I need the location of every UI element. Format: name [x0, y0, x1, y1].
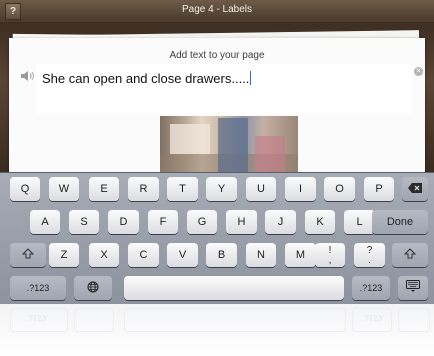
page-text-input[interactable]: She can open and close drawers..... [36, 64, 412, 114]
key-p[interactable]: P [364, 177, 394, 201]
key-k[interactable]: K [305, 210, 335, 234]
page-text-content: She can open and close drawers..... [42, 71, 250, 86]
key-u[interactable]: U [246, 177, 276, 201]
title-bar: ? Page 4 - Labels [0, 0, 434, 23]
key-question-label: ? [366, 245, 373, 256]
key-h[interactable]: H [226, 210, 257, 234]
key-x[interactable]: X [89, 243, 119, 267]
keyboard: Q W E R T Y U I O P A S D F G H J K L Do… [0, 172, 434, 305]
numbers-key-right[interactable]: .?123 [352, 276, 390, 300]
shift-icon [21, 248, 35, 259]
photo-detail-child [218, 118, 248, 172]
shift-key-right[interactable] [392, 243, 428, 267]
key-s[interactable]: S [69, 210, 99, 234]
page-text-value: She can open and close drawers..... [42, 71, 252, 86]
reflection-globe [74, 308, 114, 332]
key-l[interactable]: L [344, 210, 375, 234]
reflection-label-left: .?123 [26, 314, 47, 323]
key-q[interactable]: Q [10, 177, 40, 201]
key-exclamation-comma[interactable]: ! , [315, 243, 345, 267]
globe-icon [87, 281, 99, 293]
photo-detail-object [255, 136, 285, 172]
add-text-prompt: Add text to your page [169, 50, 265, 61]
key-d[interactable]: D [108, 210, 139, 234]
reflection-label-right: .?123 [362, 314, 383, 323]
reflection-space [124, 308, 346, 332]
text-caret [250, 71, 252, 85]
key-j[interactable]: J [265, 210, 296, 234]
key-period-label: . [368, 255, 371, 266]
numbers-key-left[interactable]: .?123 [10, 276, 66, 300]
key-comma-label: , [328, 255, 332, 266]
key-c[interactable]: C [128, 243, 159, 267]
shift-key-left[interactable] [10, 243, 46, 267]
key-m[interactable]: M [285, 243, 316, 267]
reflection-hide-key [398, 308, 430, 332]
key-f[interactable]: F [148, 210, 178, 234]
shift-icon [403, 248, 417, 259]
backspace-icon [408, 183, 422, 193]
photo-detail-drawers [170, 124, 210, 154]
key-v[interactable]: V [167, 243, 198, 267]
key-z[interactable]: Z [49, 243, 79, 267]
key-exclamation-label: ! [328, 245, 332, 256]
key-i[interactable]: I [285, 177, 316, 201]
key-o[interactable]: O [324, 177, 355, 201]
hide-keyboard-key[interactable] [398, 276, 428, 300]
key-r[interactable]: R [128, 177, 159, 201]
hide-keyboard-icon [406, 280, 420, 292]
page-photo[interactable] [160, 116, 298, 172]
page-title: Page 4 - Labels [181, 4, 253, 15]
key-a[interactable]: A [30, 210, 60, 234]
key-w[interactable]: W [49, 177, 79, 201]
key-g[interactable]: G [187, 210, 217, 234]
globe-key[interactable] [74, 276, 112, 300]
key-n[interactable]: N [246, 243, 276, 267]
keyboard-reflection: .?123 .?123 [0, 304, 434, 356]
space-key[interactable] [124, 276, 344, 300]
key-e[interactable]: E [89, 177, 119, 201]
backspace-key[interactable] [402, 177, 428, 201]
done-key[interactable]: Done [372, 210, 428, 234]
key-b[interactable]: B [206, 243, 237, 267]
key-question-period[interactable]: ? . [354, 243, 385, 267]
key-y[interactable]: Y [206, 177, 237, 201]
clear-icon[interactable]: ✕ [414, 67, 423, 76]
key-t[interactable]: T [167, 177, 198, 201]
